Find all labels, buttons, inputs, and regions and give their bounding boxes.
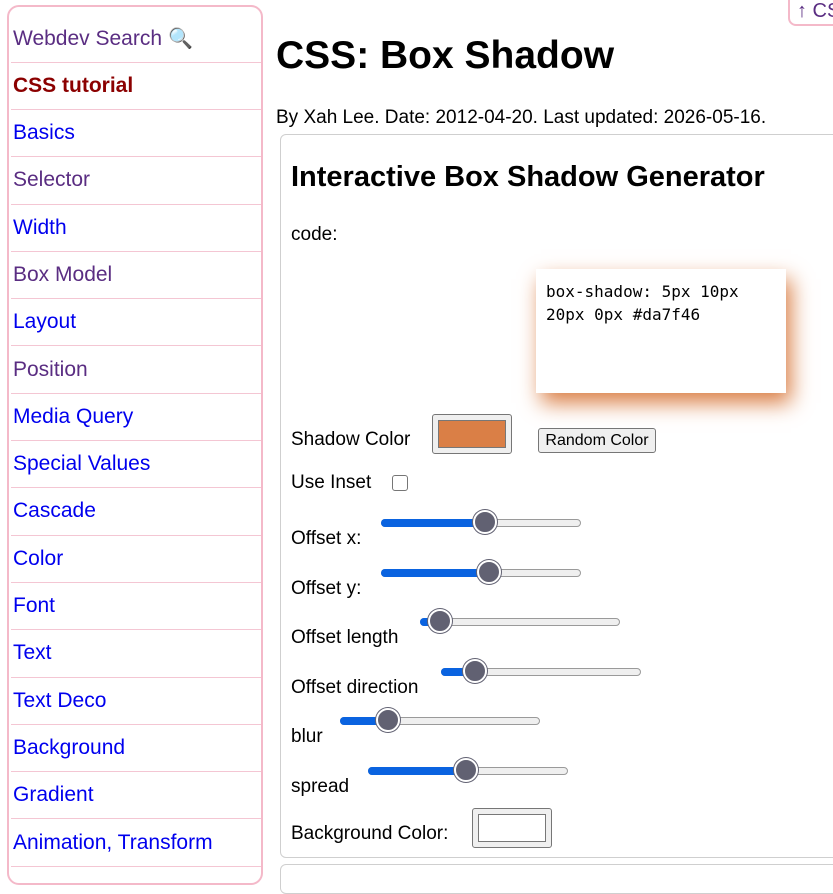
sidebar-heading: CSS tutorial [11, 63, 261, 111]
webdev-search-label: Webdev Search [13, 27, 163, 50]
offset-length-slider[interactable] [420, 609, 620, 637]
sidebar-item-color[interactable]: Color [11, 536, 261, 583]
slider-fill [368, 767, 466, 775]
sidebar-item-font[interactable]: Font [11, 583, 261, 631]
background-color-picker[interactable] [472, 808, 552, 848]
offset-length-label: Offset length [291, 627, 399, 648]
byline: By Xah Lee. Date: 2012-04-20. Last updat… [276, 107, 767, 128]
blur-slider[interactable] [340, 708, 540, 736]
offset-y-label: Offset y: [291, 578, 362, 599]
generator-title: Interactive Box Shadow Generator [291, 161, 765, 193]
code-preview-box: box-shadow: 5px 10px 20px 0px #da7f46 [536, 269, 786, 393]
sidebar-item-text[interactable]: Text [11, 630, 261, 678]
slider-thumb[interactable] [376, 708, 400, 732]
offset-direction-label: Offset direction [291, 677, 419, 698]
sidebar-item-gradient[interactable]: Gradient [11, 772, 261, 820]
sidebar-item-background[interactable]: Background [11, 725, 261, 773]
sidebar-item-basics[interactable]: Basics [11, 110, 261, 158]
spread-slider[interactable] [368, 758, 568, 786]
webdev-search-link[interactable]: Webdev Search 🔍 [11, 16, 261, 64]
offset-x-label: Offset x: [291, 528, 362, 549]
sidebar-item-media-query[interactable]: Media Query [11, 394, 261, 442]
random-color-button[interactable]: Random Color [538, 428, 656, 453]
spread-label: spread [291, 776, 350, 797]
slider-fill [381, 569, 489, 577]
shadow-color-picker[interactable] [432, 414, 512, 454]
sidebar-item-box-model[interactable]: Box Model [11, 252, 261, 300]
magnifier-icon: 🔍 [168, 28, 193, 50]
generator-panel [280, 134, 833, 858]
slider-thumb[interactable] [473, 510, 497, 534]
slider-fill [381, 519, 485, 527]
page-title: CSS: Box Shadow [276, 34, 615, 77]
offset-y-slider[interactable] [381, 560, 581, 588]
slider-thumb[interactable] [477, 560, 501, 584]
shadow-color-label: Shadow Color [291, 429, 411, 450]
slider-thumb[interactable] [428, 609, 452, 633]
next-panel [280, 864, 833, 894]
sidebar-item-layout[interactable]: Layout [11, 299, 261, 347]
sidebar-item-text-deco[interactable]: Text Deco [11, 678, 261, 725]
slider-thumb[interactable] [454, 758, 478, 782]
shadow-color-swatch [438, 420, 506, 448]
sidebar-item-position[interactable]: Position [11, 347, 261, 394]
sidebar-item-selector[interactable]: Selector [11, 157, 261, 205]
offset-direction-slider[interactable] [441, 659, 641, 687]
offset-x-slider[interactable] [381, 510, 581, 538]
background-color-swatch [478, 814, 546, 842]
background-color-label: Background Color: [291, 823, 449, 844]
sidebar-item-cascade[interactable]: Cascade [11, 488, 261, 536]
code-label: code: [291, 224, 338, 245]
use-inset-checkbox[interactable] [392, 475, 408, 491]
slider-thumb[interactable] [463, 659, 487, 683]
back-to-top-link[interactable]: ↑ CS [788, 0, 833, 26]
sidebar-item-special-values[interactable]: Special Values [11, 441, 261, 489]
use-inset-label: Use Inset [291, 472, 372, 493]
sidebar-item-animation-transform[interactable]: Animation, Transform [11, 820, 261, 867]
sidebar-item-width[interactable]: Width [11, 205, 261, 252]
blur-label: blur [291, 726, 323, 747]
